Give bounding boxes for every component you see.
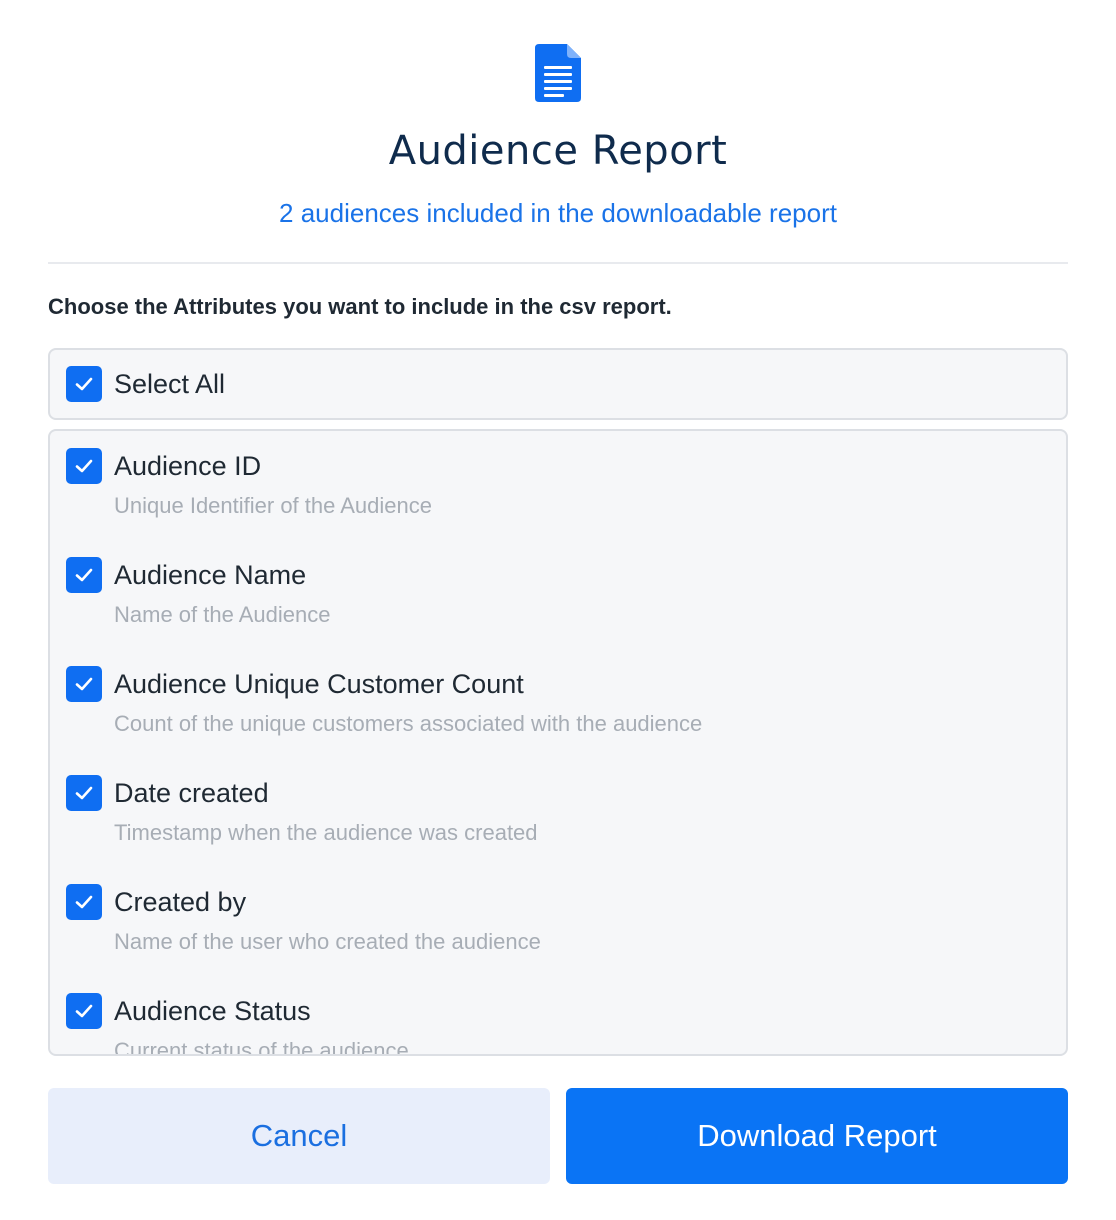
attribute-checkbox[interactable] bbox=[66, 775, 102, 811]
check-icon bbox=[75, 895, 93, 909]
attribute-checkbox[interactable] bbox=[66, 884, 102, 920]
audience-count-subtitle: 2 audiences included in the downloadable… bbox=[279, 198, 837, 228]
select-all-label: Select All bbox=[114, 368, 226, 399]
attribute-description: Name of the Audience bbox=[114, 602, 331, 627]
divider bbox=[48, 262, 1068, 264]
attribute-item-audience-name[interactable]: Audience Name Name of the Audience bbox=[66, 556, 1050, 665]
attribute-checkbox[interactable] bbox=[66, 666, 102, 702]
attribute-item-created-by[interactable]: Created by Name of the user who created … bbox=[66, 883, 1050, 992]
attribute-checkbox[interactable] bbox=[66, 448, 102, 484]
download-report-button[interactable]: Download Report bbox=[566, 1088, 1068, 1184]
attribute-label: Audience Unique Customer Count bbox=[114, 668, 524, 699]
cancel-button[interactable]: Cancel bbox=[48, 1088, 550, 1184]
attribute-item-unique-customer-count[interactable]: Audience Unique Customer Count Count of … bbox=[66, 665, 1050, 774]
check-icon bbox=[75, 568, 93, 582]
attribute-description: Unique Identifier of the Audience bbox=[114, 493, 433, 518]
attribute-item-audience-status[interactable]: Audience Status Current status of the au… bbox=[66, 992, 1050, 1056]
document-icon bbox=[535, 44, 581, 102]
attribute-description: Name of the user who created the audienc… bbox=[114, 929, 541, 954]
check-icon bbox=[75, 459, 93, 473]
select-all-checkbox[interactable] bbox=[66, 366, 102, 402]
attribute-item-date-created[interactable]: Date created Timestamp when the audience… bbox=[66, 774, 1050, 883]
check-icon bbox=[75, 677, 93, 691]
select-all-row[interactable]: Select All bbox=[48, 348, 1068, 420]
page-title: Audience Report bbox=[388, 128, 728, 174]
check-icon bbox=[75, 377, 93, 391]
attribute-description: Current status of the audience bbox=[114, 1038, 409, 1056]
instruction-text: Choose the Attributes you want to includ… bbox=[48, 294, 672, 319]
attribute-label: Date created bbox=[114, 777, 269, 808]
check-icon bbox=[75, 1004, 93, 1018]
audience-report-modal: Audience Report 2 audiences included in … bbox=[0, 0, 1116, 1220]
attribute-label: Audience Name bbox=[114, 559, 307, 590]
attribute-label: Created by bbox=[114, 886, 247, 917]
attribute-item-audience-id[interactable]: Audience ID Unique Identifier of the Aud… bbox=[66, 447, 1050, 556]
attribute-label: Audience ID bbox=[114, 450, 262, 481]
check-icon bbox=[75, 786, 93, 800]
attribute-description: Timestamp when the audience was created bbox=[114, 820, 538, 845]
attribute-checkbox[interactable] bbox=[66, 993, 102, 1029]
attribute-checkbox[interactable] bbox=[66, 557, 102, 593]
attribute-description: Count of the unique customers associated… bbox=[114, 711, 703, 736]
attributes-list[interactable]: Audience ID Unique Identifier of the Aud… bbox=[48, 429, 1068, 1056]
attribute-label: Audience Status bbox=[114, 995, 311, 1026]
